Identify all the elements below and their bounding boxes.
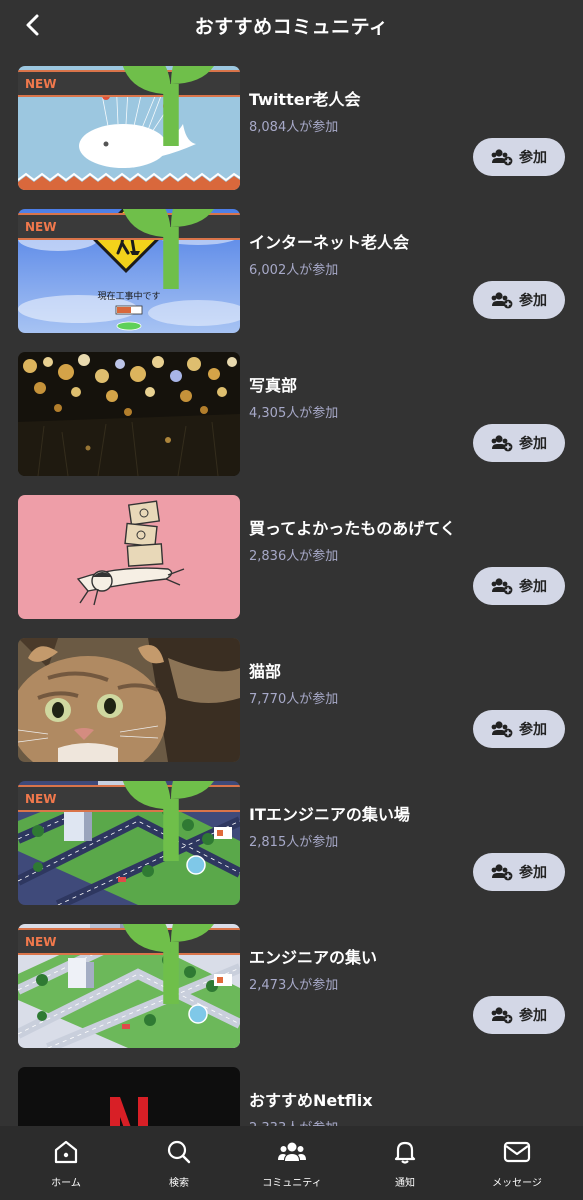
tab-label: ホーム	[51, 1178, 81, 1189]
list-item[interactable]: NEW エンジニアの集い 2,473人が参加 参加	[0, 924, 583, 1054]
join-button[interactable]: 参加	[473, 996, 565, 1034]
join-button-label: 参加	[519, 150, 547, 166]
tab-label: コミュニティ	[262, 1178, 322, 1189]
community-name: 写真部	[249, 376, 298, 395]
netflix-logo-thumbnail	[18, 1067, 240, 1126]
list-item[interactable]: 買ってよかったものあげてく 2,836人が参加 参加	[0, 495, 583, 625]
community-list[interactable]: NEW Twitter老人会 8,084人が参加 参加 現在工事中です NEW …	[0, 52, 583, 1126]
member-count: 4,305人が参加	[249, 406, 339, 421]
home-icon	[54, 1140, 78, 1164]
community-name: インターネット老人会	[249, 233, 410, 252]
list-item[interactable]: 現在工事中です NEW インターネット老人会 6,002人が参加 参加	[0, 209, 583, 339]
join-button[interactable]: 参加	[473, 281, 565, 319]
join-button[interactable]: 参加	[473, 424, 565, 462]
join-users-icon	[491, 578, 513, 595]
new-badge: NEW	[18, 924, 240, 1004]
community-name: 猫部	[249, 662, 282, 681]
community-name: ITエンジニアの集い場	[249, 805, 410, 824]
community-thumbnail[interactable]: NEW	[18, 66, 240, 190]
community-thumbnail[interactable]	[18, 1067, 240, 1126]
tab-search[interactable]: 検索	[124, 1138, 234, 1196]
tab-community[interactable]: コミュニティ	[237, 1138, 347, 1196]
mail-icon	[503, 1141, 531, 1163]
join-users-icon	[491, 721, 513, 738]
new-badge-label: NEW	[25, 219, 57, 234]
community-thumbnail[interactable]: NEW	[18, 924, 240, 1048]
tab-label: メッセージ	[492, 1178, 542, 1189]
tab-notifications[interactable]: 通知	[350, 1138, 460, 1196]
community-thumbnail[interactable]: NEW	[18, 781, 240, 905]
community-name: Twitter老人会	[249, 90, 361, 109]
join-button-label: 参加	[519, 865, 547, 881]
community-name: おすすめNetflix	[249, 1091, 373, 1110]
member-count: 2,836人が参加	[249, 549, 339, 564]
tab-home[interactable]: ホーム	[11, 1138, 121, 1196]
bottom-tab-bar: ホーム 検索 コミュニティ 通知 メッセージ	[0, 1126, 583, 1200]
thumb-construction-text: 現在工事中です	[97, 290, 160, 302]
community-thumbnail[interactable]	[18, 352, 240, 476]
new-badge: NEW	[18, 781, 240, 861]
community-thumbnail[interactable]	[18, 638, 240, 762]
cat-photo	[18, 638, 240, 762]
search-icon	[167, 1140, 191, 1164]
member-count: 8,084人が参加	[249, 120, 339, 135]
member-count: 6,002人が参加	[249, 263, 339, 278]
boxes-cartoon-illustration	[18, 495, 240, 619]
new-badge-label: NEW	[25, 934, 57, 949]
join-button-label: 参加	[519, 436, 547, 452]
join-users-icon	[491, 149, 513, 166]
join-button[interactable]: 参加	[473, 710, 565, 748]
tab-label: 通知	[395, 1178, 415, 1189]
new-badge: NEW	[18, 66, 240, 146]
join-users-icon	[491, 292, 513, 309]
join-users-icon	[491, 435, 513, 452]
list-item[interactable]: 猫部 7,770人が参加 参加	[0, 638, 583, 768]
tab-label: 検索	[169, 1178, 189, 1189]
community-name: 買ってよかったものあげてく	[249, 519, 456, 538]
community-thumbnail[interactable]: 現在工事中です NEW	[18, 209, 240, 333]
list-item[interactable]: 写真部 4,305人が参加 参加	[0, 352, 583, 482]
join-button-label: 参加	[519, 722, 547, 738]
community-thumbnail[interactable]	[18, 495, 240, 619]
sprout-icon	[123, 924, 214, 1004]
join-button-label: 参加	[519, 293, 547, 309]
join-button[interactable]: 参加	[473, 138, 565, 176]
sprout-icon	[123, 209, 214, 289]
join-users-icon	[491, 1007, 513, 1024]
page-title: おすすめコミュニティ	[194, 16, 389, 38]
new-badge-label: NEW	[25, 791, 57, 806]
member-count: 2,333人が参加	[249, 1117, 338, 1126]
community-name: エンジニアの集い	[249, 948, 378, 967]
member-count: 2,815人が参加	[249, 835, 339, 850]
list-item[interactable]: NEW ITエンジニアの集い場 2,815人が参加 参加	[0, 781, 583, 911]
sprout-icon	[123, 781, 214, 861]
member-count: 7,770人が参加	[249, 692, 339, 707]
tab-messages[interactable]: メッセージ	[462, 1138, 572, 1196]
join-button-label: 参加	[519, 579, 547, 595]
bell-icon	[394, 1141, 416, 1164]
bokeh-photo	[18, 352, 240, 476]
sprout-icon	[123, 66, 214, 146]
community-icon	[278, 1142, 306, 1161]
header: おすすめコミュニティ	[0, 0, 583, 52]
member-count: 2,473人が参加	[249, 978, 339, 993]
new-badge-label: NEW	[25, 76, 57, 91]
new-badge: NEW	[18, 209, 240, 289]
list-item[interactable]: NEW Twitter老人会 8,084人が参加 参加	[0, 66, 583, 196]
join-users-icon	[491, 864, 513, 881]
list-item[interactable]: おすすめNetflix 2,333人が参加	[0, 1067, 583, 1126]
join-button-label: 参加	[519, 1008, 547, 1024]
join-button[interactable]: 参加	[473, 567, 565, 605]
join-button[interactable]: 参加	[473, 853, 565, 891]
